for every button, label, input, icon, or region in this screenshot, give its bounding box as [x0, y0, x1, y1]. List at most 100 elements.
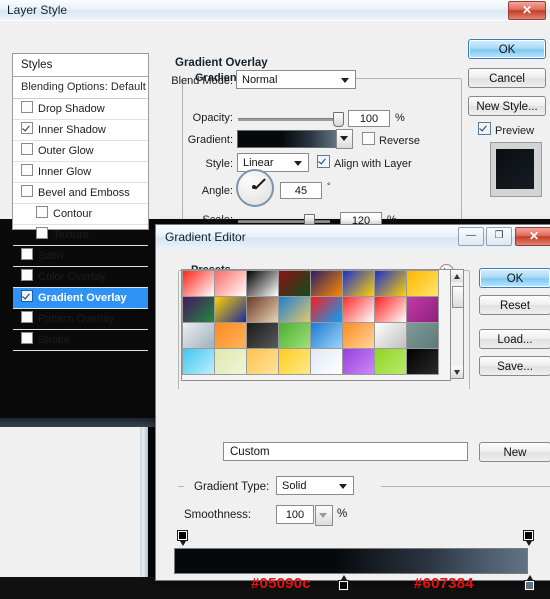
gradient-stop-left-bottom[interactable] — [338, 575, 349, 591]
preset-swatch[interactable] — [406, 296, 439, 323]
preset-swatch[interactable] — [374, 296, 407, 323]
style-list-item[interactable]: Satin — [13, 246, 148, 267]
preset-swatch[interactable] — [406, 270, 439, 297]
preset-swatch[interactable] — [214, 348, 247, 375]
preset-swatch[interactable] — [278, 296, 311, 323]
minimize-button[interactable]: — — [458, 227, 484, 246]
preset-swatch[interactable] — [310, 296, 343, 323]
style-checkbox[interactable] — [21, 143, 33, 155]
gradient-save-button[interactable]: Save... — [479, 356, 550, 376]
gradient-ok-button[interactable]: OK — [479, 268, 550, 288]
preset-swatch[interactable] — [278, 348, 311, 375]
gradient-load-button[interactable]: Load... — [479, 329, 550, 349]
style-list-item[interactable]: Gradient Overlay — [13, 288, 148, 309]
preset-swatch[interactable] — [278, 322, 311, 349]
style-checkbox[interactable] — [36, 206, 48, 218]
style-checkbox[interactable] — [21, 122, 33, 134]
opacity-input[interactable]: 100 — [348, 110, 390, 127]
blending-options-item[interactable]: Blending Options: Default — [13, 77, 148, 99]
style-checkbox[interactable] — [21, 101, 33, 113]
style-list-item[interactable]: Texture — [13, 225, 148, 246]
preset-swatch[interactable] — [214, 296, 247, 323]
smoothness-stepper[interactable] — [315, 505, 333, 526]
style-list-item[interactable]: Color Overlay — [13, 267, 148, 288]
style-list-item[interactable]: Bevel and Emboss — [13, 183, 148, 204]
presets-scrollbar[interactable] — [450, 269, 464, 379]
gradient-editor-body: Presets OK Reset Load... Save... Name: C… — [156, 249, 550, 592]
preset-swatch[interactable] — [246, 296, 279, 323]
preset-swatch[interactable] — [310, 322, 343, 349]
cancel-button[interactable]: Cancel — [468, 68, 546, 88]
style-list-item[interactable]: Inner Shadow — [13, 120, 148, 141]
presets-grid[interactable] — [181, 269, 451, 381]
style-checkbox[interactable] — [36, 227, 48, 239]
scroll-up-button[interactable] — [451, 270, 463, 282]
preset-swatch[interactable] — [310, 348, 343, 375]
close-icon: ✕ — [528, 229, 540, 243]
style-list-item[interactable]: Drop Shadow — [13, 99, 148, 120]
maximize-button[interactable]: ❐ — [486, 227, 512, 246]
right-stop-hex-label: #607384 — [414, 575, 474, 592]
opacity-slider-track[interactable] — [238, 118, 342, 121]
preset-swatch[interactable] — [214, 270, 247, 297]
style-checkbox[interactable] — [21, 332, 33, 344]
preset-swatch[interactable] — [182, 270, 215, 297]
angle-dial[interactable] — [236, 169, 274, 207]
checkbox-box — [362, 132, 375, 145]
gradient-stop-right-top[interactable] — [523, 530, 534, 546]
smoothness-input[interactable]: 100 — [276, 505, 314, 524]
preset-swatch[interactable] — [342, 348, 375, 375]
scale-slider-track[interactable] — [238, 220, 330, 223]
gradient-reset-button[interactable]: Reset — [479, 295, 550, 315]
style-checkbox[interactable] — [21, 164, 33, 176]
style-checkbox[interactable] — [21, 185, 33, 197]
style-checkbox[interactable] — [21, 269, 33, 281]
preset-swatch[interactable] — [182, 296, 215, 323]
align-with-layer-checkbox[interactable]: Align with Layer — [317, 155, 412, 170]
preset-swatch[interactable] — [406, 348, 439, 375]
style-list-item[interactable]: Contour — [13, 204, 148, 225]
reverse-checkbox[interactable]: Reverse — [362, 132, 420, 147]
gradient-stop-left-top[interactable] — [177, 530, 188, 546]
preset-swatch[interactable] — [182, 348, 215, 375]
gradient-bar[interactable] — [174, 548, 528, 574]
ok-button[interactable]: OK — [468, 39, 546, 59]
layer-style-close-button[interactable]: ✕ — [508, 1, 546, 20]
preset-swatch[interactable] — [406, 322, 439, 349]
preview-checkbox[interactable]: Preview — [478, 122, 534, 137]
blend-mode-select[interactable]: Normal — [236, 70, 356, 89]
style-list-item[interactable]: Outer Glow — [13, 141, 148, 162]
gradient-picker-button[interactable] — [336, 129, 353, 149]
preset-swatch[interactable] — [310, 270, 343, 297]
new-style-button[interactable]: New Style... — [468, 96, 546, 116]
gradient-name-input[interactable]: Custom — [223, 442, 468, 461]
preset-swatch[interactable] — [246, 322, 279, 349]
preset-swatch[interactable] — [342, 296, 375, 323]
caret-down-icon — [454, 370, 460, 375]
style-checkbox[interactable] — [21, 311, 33, 323]
preset-swatch[interactable] — [342, 270, 375, 297]
style-checkbox[interactable] — [21, 248, 33, 260]
preset-swatch[interactable] — [374, 348, 407, 375]
style-checkbox[interactable] — [21, 290, 33, 302]
style-list-item[interactable]: Inner Glow — [13, 162, 148, 183]
preset-swatch[interactable] — [246, 270, 279, 297]
style-list-item[interactable]: Stroke — [13, 330, 148, 351]
close-button[interactable]: ✕ — [515, 227, 550, 246]
preset-swatch[interactable] — [374, 322, 407, 349]
style-list-item[interactable]: Pattern Overlay — [13, 309, 148, 330]
opacity-slider-thumb[interactable] — [333, 112, 344, 127]
scroll-down-button[interactable] — [451, 366, 463, 378]
preset-swatch[interactable] — [246, 348, 279, 375]
preset-swatch[interactable] — [278, 270, 311, 297]
preset-swatch[interactable] — [342, 322, 375, 349]
angle-input[interactable]: 45 — [280, 182, 322, 199]
preset-swatch[interactable] — [214, 322, 247, 349]
gradient-stop-right-bottom[interactable] — [524, 575, 535, 591]
preset-swatch[interactable] — [374, 270, 407, 297]
gradient-type-select[interactable]: Solid — [276, 476, 354, 495]
preset-swatch[interactable] — [182, 322, 215, 349]
scrollbar-thumb[interactable] — [452, 286, 464, 308]
gradient-preview-swatch[interactable] — [237, 130, 337, 148]
gradient-new-button[interactable]: New — [479, 442, 550, 462]
